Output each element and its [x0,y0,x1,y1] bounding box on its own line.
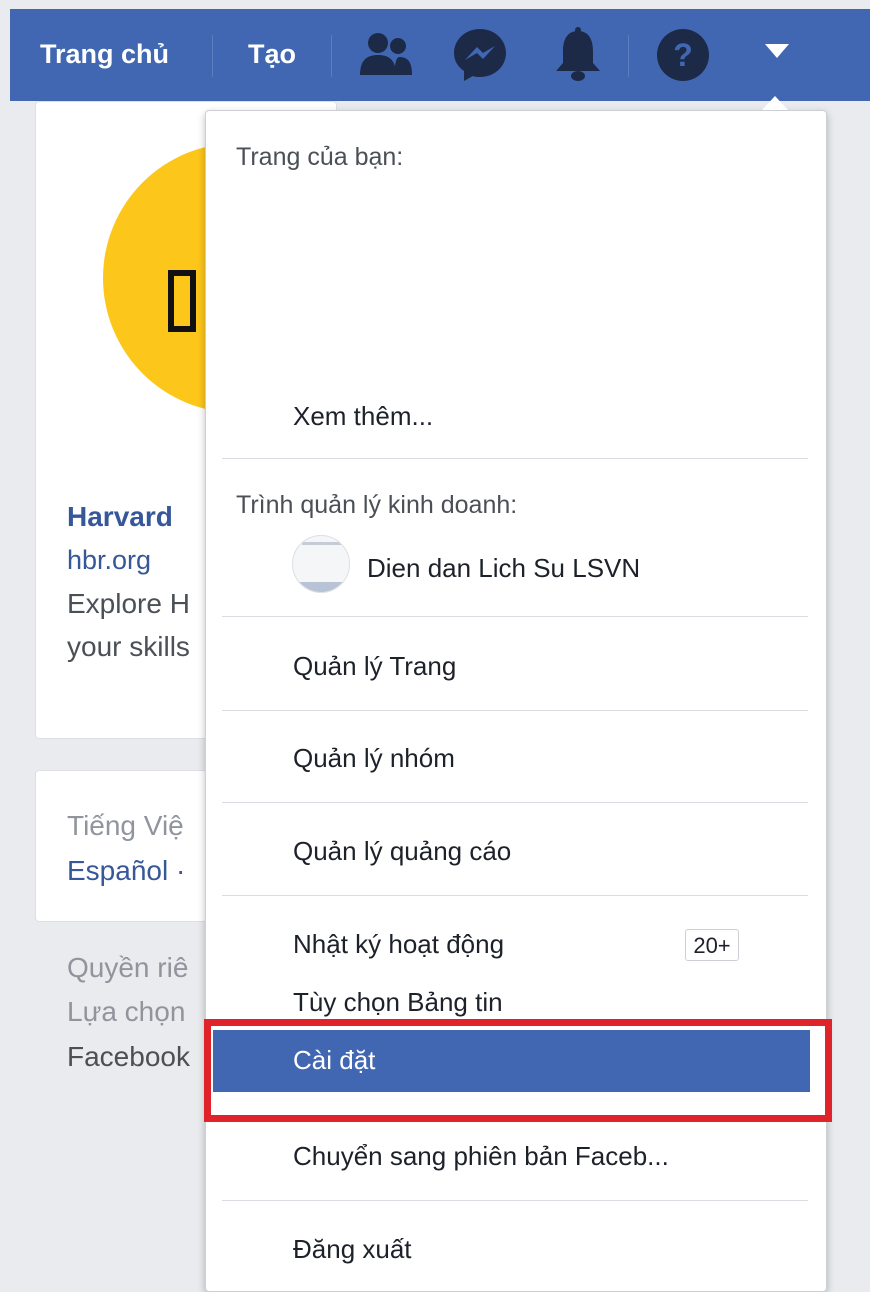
switch-version-item[interactable]: Chuyển sang phiên bản Faceb... [293,1141,669,1172]
footer-adchoices-link[interactable]: Lựa chọn [67,996,185,1028]
svg-text:?: ? [673,37,693,73]
menu-divider [222,710,808,711]
account-dropdown-menu: Trang của bạn: Xem thêm... Trình quản lý… [205,110,827,1292]
menu-divider [222,1200,808,1201]
nav-divider [212,35,213,77]
ad-description-line: your skills [67,631,190,662]
ad-logo-glyph [168,270,196,332]
current-language: Tiếng Việ [67,810,184,841]
footer-privacy-link[interactable]: Quyền riê [67,952,188,984]
menu-divider [222,458,808,459]
footer-copyright: Facebook [67,1041,190,1072]
messenger-icon[interactable] [450,25,510,85]
menu-divider [222,895,808,896]
account-menu-caret-icon[interactable] [764,43,790,59]
business-page-avatar [292,535,350,593]
your-pages-header: Trang của bạn: [236,143,404,171]
news-feed-preferences-item[interactable]: Tùy chọn Bảng tin [293,987,503,1018]
language-link[interactable]: Español · [67,855,185,887]
manage-pages-item[interactable]: Quản lý Trang [293,651,456,682]
manage-ads-item[interactable]: Quản lý quảng cáo [293,836,511,867]
nav-create-link[interactable]: Tạo [248,39,296,70]
manage-groups-item[interactable]: Quản lý nhóm [293,743,455,774]
business-page-link[interactable]: Dien dan Lich Su LSVN [367,553,640,584]
notifications-bell-icon[interactable] [552,25,604,83]
nav-home-link[interactable]: Trang chủ [40,39,169,70]
menu-divider [222,802,808,803]
activity-log-item[interactable]: Nhật ký hoạt động [293,929,504,960]
briefcase-icon [295,542,349,592]
top-navigation-bar: Trang chủ Tạo ? [10,9,870,101]
activity-count-badge: 20+ [685,929,739,961]
see-more-link[interactable]: Xem thêm... [293,401,433,432]
ad-url[interactable]: hbr.org [67,545,151,576]
menu-pointer-arrow [762,96,788,110]
help-icon[interactable]: ? [655,27,711,83]
logout-item[interactable]: Đăng xuất [293,1234,412,1265]
ad-title[interactable]: Harvard [67,501,173,533]
business-manager-header: Trình quản lý kinh doanh: [236,491,518,519]
nav-divider [628,35,629,77]
ad-description-line: Explore H [67,588,190,619]
menu-divider [222,616,808,617]
settings-item[interactable]: Cài đặt [293,1045,375,1076]
friends-icon[interactable] [358,29,414,79]
nav-divider [331,35,332,77]
